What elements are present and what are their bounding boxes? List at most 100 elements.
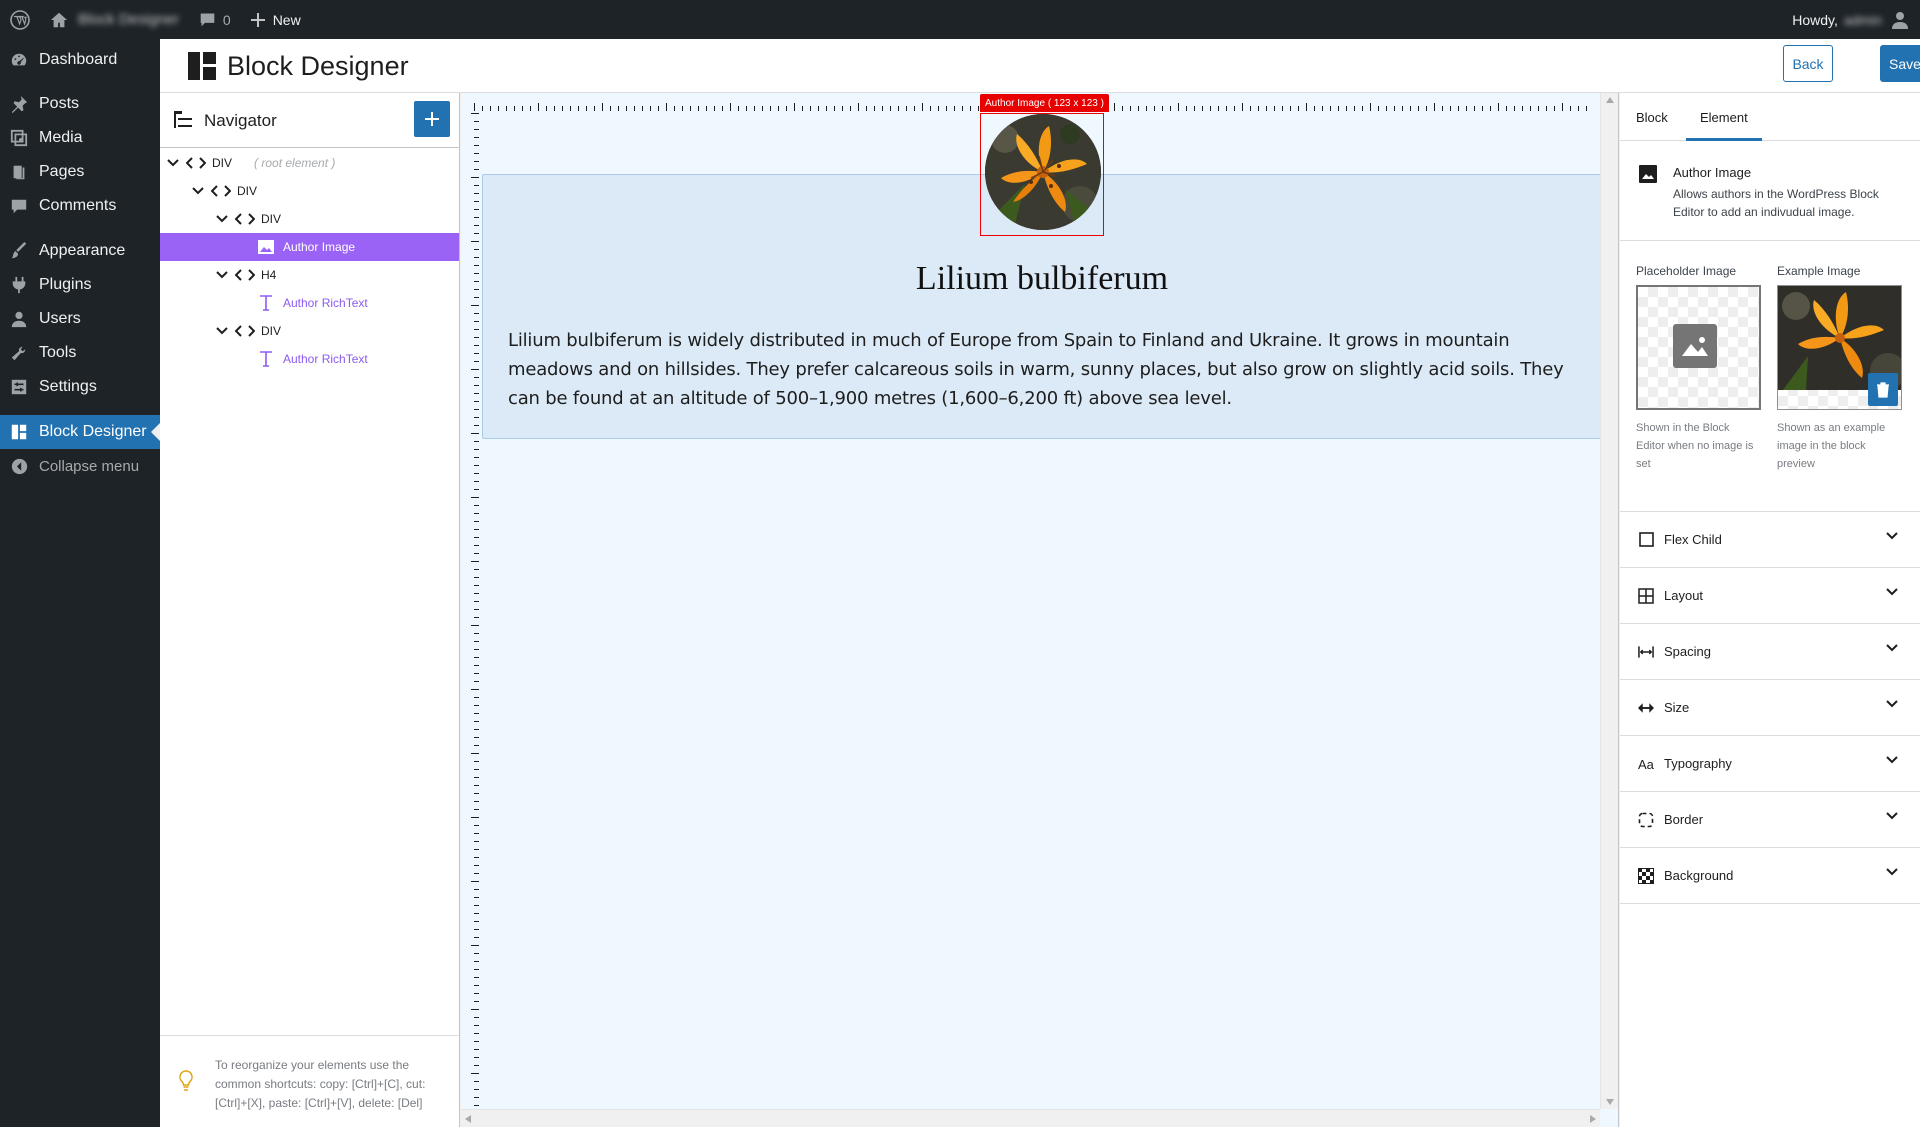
chevron-down-icon[interactable] — [215, 212, 229, 226]
menu-label: Tools — [39, 344, 77, 361]
new-content-link[interactable]: New — [241, 0, 311, 39]
panel-layout[interactable]: Layout — [1620, 568, 1920, 624]
menu-item-settings[interactable]: Settings — [0, 370, 160, 404]
chevron-down-icon[interactable] — [191, 184, 205, 198]
user-name: admin — [1843, 11, 1882, 28]
site-name-link[interactable]: Block Designer — [40, 0, 189, 39]
shortcut-tip: To reorganize your elements use the comm… — [160, 1035, 459, 1127]
chevron-down-icon — [1886, 812, 1898, 820]
element-info: Author Image Allows authors in the WordP… — [1620, 141, 1920, 241]
user-account[interactable]: Howdy, admin — [1792, 11, 1920, 29]
placeholder-image-icon — [1673, 324, 1717, 368]
admin-menu: Dashboard Posts Media Pages Comments App… — [0, 39, 160, 1127]
wrench-icon — [9, 343, 29, 363]
wordpress-logo-icon[interactable] — [0, 0, 40, 39]
chevron-down-icon — [1886, 644, 1898, 652]
plugin-icon — [9, 275, 29, 295]
menu-item-pages[interactable]: Pages — [0, 155, 160, 189]
chevron-down-icon[interactable] — [215, 324, 229, 338]
comment-icon — [9, 196, 29, 216]
menu-label: Plugins — [39, 276, 92, 293]
navigator-panel: Navigator DIV ( root element ) DIV DIV A… — [160, 93, 460, 1127]
horizontal-scrollbar[interactable] — [461, 1109, 1600, 1127]
tree-node-tag: DIV — [237, 184, 258, 198]
tree-node-label: Author RichText — [283, 296, 368, 310]
site-name: Block Designer — [78, 11, 179, 28]
menu-item-comments[interactable]: Comments — [0, 189, 160, 223]
chevron-down-icon — [1886, 868, 1898, 876]
panel-background[interactable]: Background — [1620, 848, 1920, 904]
menu-label: Users — [39, 310, 81, 327]
tree-node-author-richtext[interactable]: Author RichText — [160, 345, 459, 373]
scroll-down-arrow-icon[interactable] — [1606, 1099, 1614, 1105]
menu-item-tools[interactable]: Tools — [0, 336, 160, 370]
placeholder-image-picker[interactable] — [1636, 285, 1761, 410]
menu-item-plugins[interactable]: Plugins — [0, 268, 160, 302]
example-image-picker[interactable] — [1777, 285, 1902, 410]
panel-flex-child[interactable]: Flex Child — [1620, 512, 1920, 568]
panel-border[interactable]: Border — [1620, 792, 1920, 848]
panel-label: Background — [1664, 868, 1734, 883]
border-icon — [1638, 812, 1654, 828]
panel-typography[interactable]: Aa Typography — [1620, 736, 1920, 792]
pin-icon — [9, 94, 29, 114]
tree-node-h4[interactable]: H4 — [160, 261, 459, 289]
settings-icon — [9, 377, 29, 397]
tree-node-tag: DIV — [261, 324, 282, 338]
block-body-text[interactable]: Lilium bulbiferum is widely distributed … — [508, 326, 1583, 413]
menu-item-users[interactable]: Users — [0, 302, 160, 336]
scroll-right-arrow-icon[interactable] — [1590, 1115, 1596, 1123]
comment-bubble-icon — [199, 11, 216, 28]
tree-node-label: Author RichText — [283, 352, 368, 366]
example-image-description: Shown as an example image in the block p… — [1777, 422, 1886, 470]
menu-item-appearance[interactable]: Appearance — [0, 234, 160, 268]
design-canvas[interactable]: Lilium bulbiferum Lilium bulbiferum is w… — [461, 93, 1619, 1127]
trash-icon — [1876, 381, 1890, 398]
vertical-ruler — [471, 113, 479, 1106]
menu-item-media[interactable]: Media — [0, 121, 160, 155]
code-brackets-icon — [211, 184, 233, 198]
chevron-down-icon[interactable] — [215, 268, 229, 282]
panel-label: Border — [1664, 812, 1704, 827]
tree-node-div[interactable]: DIV — [160, 177, 459, 205]
remove-image-button[interactable] — [1868, 373, 1898, 406]
resize-icon — [1638, 700, 1654, 716]
admin-bar: Block Designer 0 New Howdy, admin — [0, 0, 1920, 39]
menu-item-dashboard[interactable]: Dashboard — [0, 43, 160, 77]
vertical-scrollbar[interactable] — [1600, 93, 1618, 1109]
spacing-icon — [1638, 644, 1654, 660]
menu-item-posts[interactable]: Posts — [0, 87, 160, 121]
panel-label: Spacing — [1664, 644, 1711, 659]
menu-label: Media — [39, 129, 83, 146]
tree-node-root[interactable]: DIV ( root element ) — [160, 149, 459, 177]
background-icon — [1638, 867, 1654, 884]
panel-spacing[interactable]: Spacing — [1620, 624, 1920, 680]
block-designer-icon — [9, 422, 29, 442]
text-t-icon — [258, 295, 274, 311]
chevron-down-icon[interactable] — [166, 156, 180, 170]
block-title[interactable]: Lilium bulbiferum — [483, 260, 1601, 298]
tab-element[interactable]: Element — [1686, 93, 1762, 141]
home-icon — [50, 11, 68, 29]
tree-node-div[interactable]: DIV — [160, 317, 459, 345]
tree-node-div[interactable]: DIV — [160, 205, 459, 233]
back-button[interactable]: Back — [1783, 45, 1833, 82]
save-button[interactable]: Save — [1880, 45, 1920, 82]
menu-label: Appearance — [39, 242, 126, 259]
tree-node-author-richtext[interactable]: Author RichText — [160, 289, 459, 317]
sidebar-tabs: Block Element — [1620, 93, 1920, 141]
element-title: Author Image — [1673, 165, 1752, 180]
comments-link[interactable]: 0 — [189, 0, 241, 39]
collapse-menu-button[interactable]: Collapse menu — [0, 449, 160, 483]
code-brackets-icon — [235, 324, 257, 338]
menu-item-block-designer[interactable]: Block Designer — [0, 415, 160, 449]
add-element-button[interactable] — [414, 101, 450, 137]
placeholder-image-label: Placeholder Image — [1636, 264, 1737, 278]
tab-block[interactable]: Block — [1636, 93, 1668, 141]
menu-label: Posts — [39, 95, 80, 112]
chevron-down-icon — [1886, 700, 1898, 708]
scroll-up-arrow-icon[interactable] — [1606, 97, 1614, 103]
panel-size[interactable]: Size — [1620, 680, 1920, 736]
scroll-left-arrow-icon[interactable] — [465, 1115, 471, 1123]
tree-node-author-image[interactable]: Author Image — [160, 233, 459, 261]
